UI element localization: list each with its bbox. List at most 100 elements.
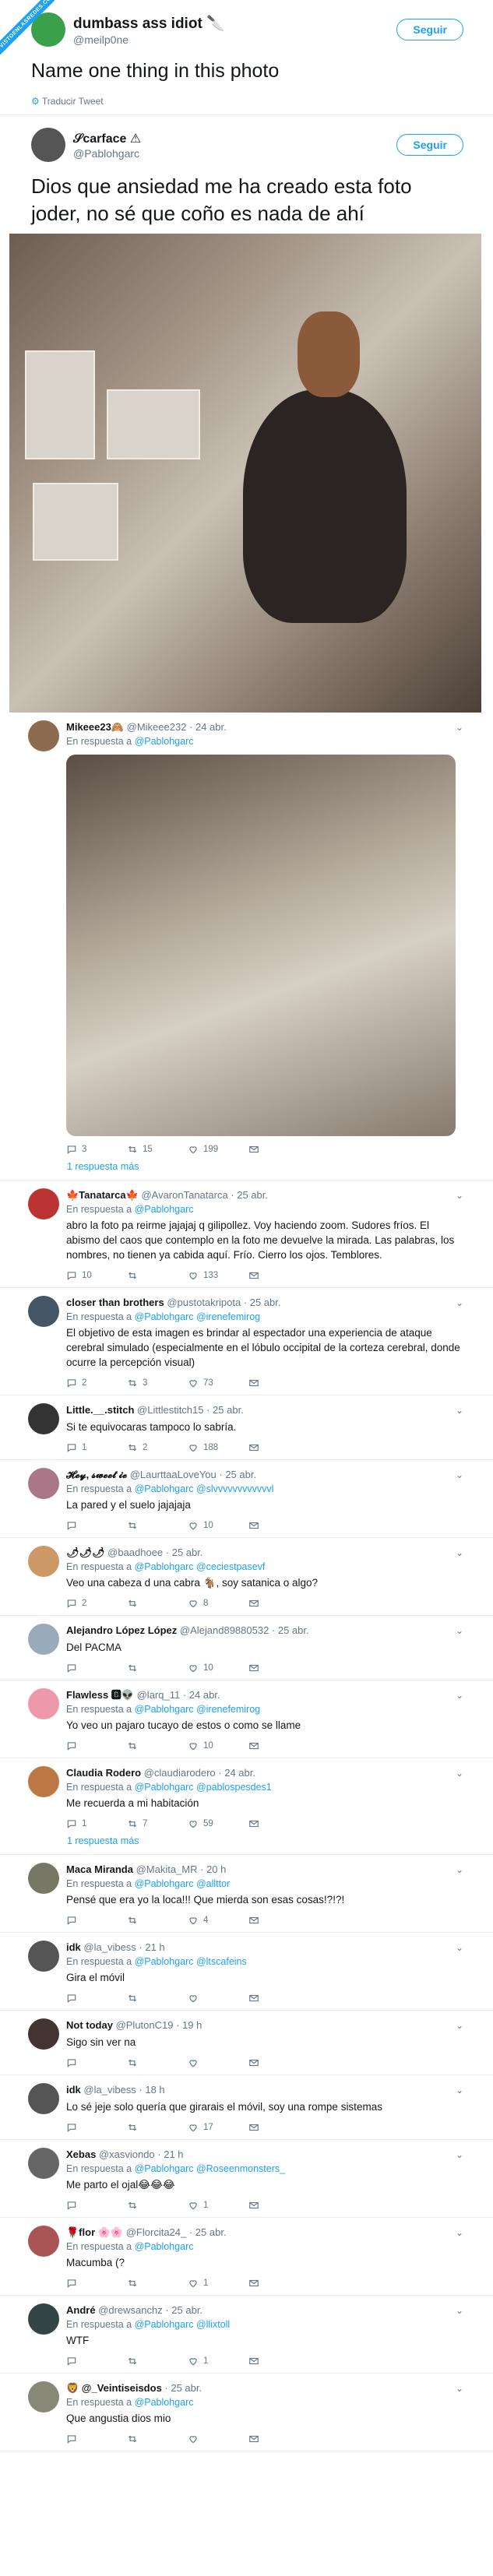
reply-display-name[interactable]: Mikeee23🙈 — [66, 721, 124, 733]
chevron-down-icon[interactable]: ⌄ — [456, 722, 463, 733]
show-more-replies-link[interactable]: 1 respuesta más — [0, 1161, 493, 1180]
like-button[interactable]: 133 — [188, 1270, 248, 1281]
message-button[interactable] — [248, 1378, 309, 1388]
chevron-down-icon[interactable]: ⌄ — [456, 1625, 463, 1636]
reply-button[interactable]: 1 — [66, 1818, 127, 1829]
retweet-button[interactable]: 7 — [127, 1818, 188, 1829]
display-name[interactable]: 𝒮carface ⚠ — [73, 131, 396, 146]
like-button[interactable]: 1 — [188, 2278, 248, 2289]
retweet-button[interactable]: 15 — [127, 1144, 188, 1155]
reply-button[interactable]: 2 — [66, 1598, 127, 1609]
reply-display-name[interactable]: Claudia Rodero — [66, 1767, 141, 1779]
message-button[interactable] — [248, 1663, 309, 1673]
avatar[interactable] — [28, 1688, 59, 1719]
chevron-down-icon[interactable]: ⌄ — [456, 2149, 463, 2160]
avatar[interactable] — [28, 1766, 59, 1797]
reply-display-name[interactable]: 🌶🌶🌶 — [66, 1547, 105, 1558]
reply-button[interactable] — [66, 2433, 127, 2444]
retweet-button[interactable] — [127, 1915, 188, 1926]
like-button[interactable]: 10 — [188, 1520, 248, 1531]
chevron-down-icon[interactable]: ⌄ — [456, 1405, 463, 1416]
like-button[interactable]: 17 — [188, 2122, 248, 2133]
retweet-button[interactable] — [127, 1663, 188, 1673]
like-button[interactable] — [188, 2057, 248, 2068]
chevron-down-icon[interactable]: ⌄ — [456, 1547, 463, 1558]
handle[interactable]: @meilp0ne — [73, 33, 396, 46]
message-button[interactable] — [248, 1598, 309, 1609]
reply-button[interactable]: 10 — [66, 1270, 127, 1281]
retweet-button[interactable] — [127, 2433, 188, 2444]
avatar[interactable] — [28, 2226, 59, 2257]
chevron-down-icon[interactable]: ⌄ — [456, 1690, 463, 1701]
chevron-down-icon[interactable]: ⌄ — [456, 1942, 463, 1953]
reply-button[interactable] — [66, 2356, 127, 2367]
reply-handle[interactable]: @Mikeee232 · 24 abr. — [124, 721, 227, 733]
mention-link[interactable]: @Pablohgarc @irenefemirog — [135, 1704, 261, 1715]
reply-handle[interactable]: @Alejand89880532 · 25 abr. — [177, 1624, 309, 1636]
like-button[interactable]: 4 — [188, 1915, 248, 1926]
avatar[interactable] — [28, 2381, 59, 2412]
message-button[interactable] — [248, 1818, 309, 1829]
chevron-down-icon[interactable]: ⌄ — [456, 2305, 463, 2316]
message-button[interactable] — [248, 1442, 309, 1453]
handle[interactable]: @Pablohgarc — [73, 147, 396, 160]
tweet-photo[interactable] — [9, 234, 481, 713]
reply-button[interactable] — [66, 1740, 127, 1751]
reply-display-name[interactable]: idk — [66, 2084, 81, 2096]
follow-button[interactable]: Seguir — [396, 19, 463, 40]
like-button[interactable]: 73 — [188, 1378, 248, 1388]
reply-button[interactable] — [66, 1915, 127, 1926]
avatar[interactable] — [28, 1468, 59, 1499]
reply-button[interactable] — [66, 2122, 127, 2133]
reply-handle[interactable]: @PlutonC19 · 19 h — [113, 2019, 202, 2031]
retweet-button[interactable] — [127, 1520, 188, 1531]
chevron-down-icon[interactable]: ⌄ — [456, 2020, 463, 2031]
translate-link[interactable]: ⚙ Traducir Tweet — [31, 96, 463, 107]
avatar[interactable] — [28, 720, 59, 751]
retweet-button[interactable]: 2 — [127, 1442, 188, 1453]
reply-display-name[interactable]: Xebas — [66, 2148, 96, 2160]
like-button[interactable]: 8 — [188, 1598, 248, 1609]
retweet-button[interactable] — [127, 2057, 188, 2068]
mention-link[interactable]: @Pablohgarc — [135, 2397, 194, 2408]
retweet-button[interactable] — [127, 2278, 188, 2289]
avatar[interactable] — [28, 2148, 59, 2179]
reply-display-name[interactable]: Not today — [66, 2019, 113, 2031]
retweet-button[interactable] — [127, 1993, 188, 2004]
reply-button[interactable]: 3 — [66, 1144, 127, 1155]
avatar[interactable] — [28, 1403, 59, 1434]
message-button[interactable] — [248, 1144, 309, 1155]
avatar[interactable] — [28, 1624, 59, 1655]
follow-button[interactable]: Seguir — [396, 134, 463, 156]
reply-handle[interactable]: @AvaronTanatarca · 25 abr. — [139, 1189, 268, 1201]
retweet-button[interactable] — [127, 2122, 188, 2133]
message-button[interactable] — [248, 2356, 309, 2367]
reply-handle[interactable]: @larq_11 · 24 abr. — [134, 1689, 220, 1701]
reply-display-name[interactable]: 🦁 @_Veintiseisdos — [66, 2382, 162, 2394]
message-button[interactable] — [248, 1270, 309, 1281]
chevron-down-icon[interactable]: ⌄ — [456, 1469, 463, 1480]
reply-button[interactable] — [66, 2057, 127, 2068]
mention-link[interactable]: @Pablohgarc @allttor — [135, 1878, 231, 1889]
avatar[interactable] — [28, 1546, 59, 1577]
message-button[interactable] — [248, 2122, 309, 2133]
avatar[interactable] — [28, 1941, 59, 1972]
chevron-down-icon[interactable]: ⌄ — [456, 2383, 463, 2394]
reply-button[interactable]: 2 — [66, 1378, 127, 1388]
mention-link[interactable]: @Pablohgarc @irenefemirog — [135, 1311, 261, 1322]
reply-button[interactable] — [66, 1663, 127, 1673]
reply-display-name[interactable]: Flawless 🅱👽 — [66, 1689, 134, 1701]
avatar[interactable] — [28, 2303, 59, 2335]
like-button[interactable]: 1 — [188, 2200, 248, 2211]
reply-button[interactable] — [66, 2200, 127, 2211]
like-button[interactable] — [188, 1993, 248, 2004]
message-button[interactable] — [248, 2278, 309, 2289]
reply-display-name[interactable]: André — [66, 2304, 96, 2316]
reply-button[interactable]: 1 — [66, 1442, 127, 1453]
reply-handle[interactable]: @xasviondo · 21 h — [96, 2148, 184, 2160]
chevron-down-icon[interactable]: ⌄ — [456, 1297, 463, 1308]
reply-display-name[interactable]: Alejandro López López — [66, 1624, 177, 1636]
chevron-down-icon[interactable]: ⌄ — [456, 1864, 463, 1875]
reply-handle[interactable]: @claudiarodero · 24 abr. — [141, 1767, 255, 1779]
like-button[interactable]: 10 — [188, 1663, 248, 1673]
